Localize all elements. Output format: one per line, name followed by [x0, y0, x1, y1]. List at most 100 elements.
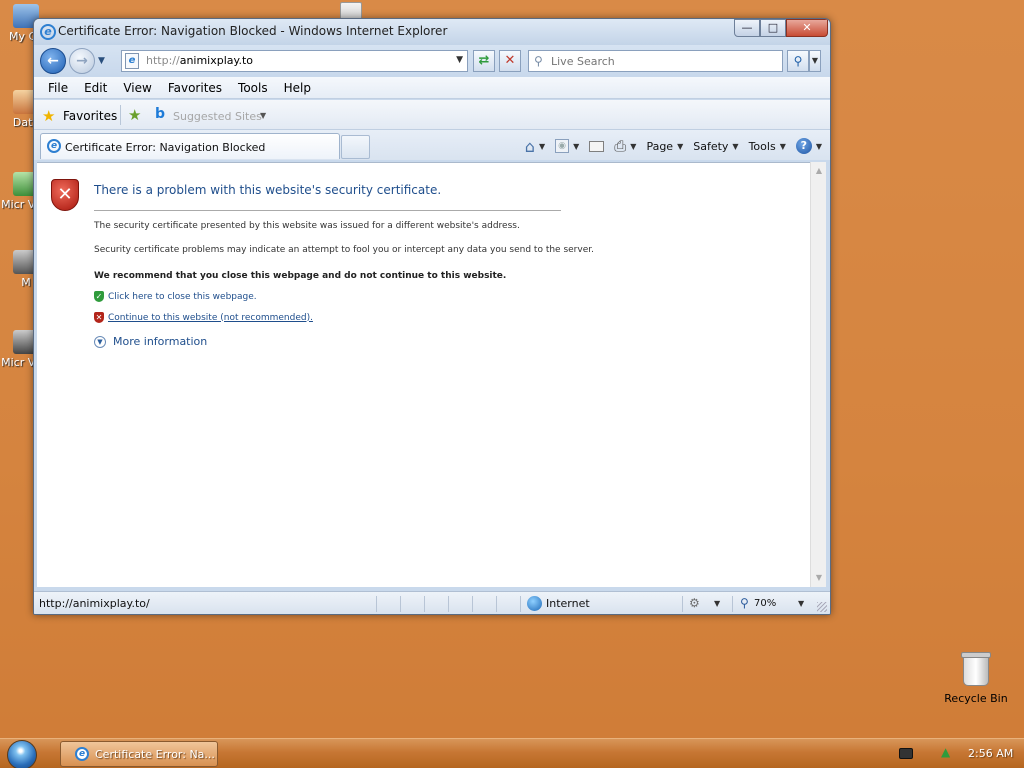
- window-title: Certificate Error: Navigation Blocked - …: [58, 24, 448, 38]
- red-shield-icon: ✕: [94, 312, 104, 323]
- help-icon: ?: [795, 138, 812, 154]
- address-dropdown-icon[interactable]: ▼: [456, 55, 463, 65]
- zoom-level[interactable]: 70%: [754, 598, 776, 609]
- vertical-scrollbar[interactable]: ▲ ▼: [810, 162, 826, 587]
- search-icon: ⚲: [534, 54, 543, 68]
- feed-icon: ◉: [555, 139, 570, 153]
- chevron-down-icon: ▼: [732, 141, 739, 151]
- desktop-icon-recycle-bin[interactable]: Recycle Bin: [938, 652, 1014, 705]
- print-dropdown-icon[interactable]: ▼: [630, 142, 636, 151]
- tab-certificate-error[interactable]: e Certificate Error: Navigation Blocked: [40, 133, 340, 159]
- print-button[interactable]: ⎙ ▼: [614, 137, 636, 155]
- divider: [94, 210, 561, 211]
- command-bar: ⌂ ▼ ◉ ▼ ⎙ ▼ Page ▼ Safety ▼ Tools ▼ ? ▼: [515, 136, 822, 156]
- page-icon: e: [125, 53, 139, 69]
- error-description-2: Security certificate problems may indica…: [94, 245, 594, 255]
- page-content: ✕ There is a problem with this website's…: [37, 162, 810, 587]
- menu-tools[interactable]: Tools: [230, 81, 276, 95]
- tab-ie-icon: e: [47, 139, 61, 153]
- home-dropdown-icon[interactable]: ▼: [539, 142, 545, 151]
- menu-file[interactable]: File: [40, 81, 76, 95]
- status-url: http://animixplay.to/: [39, 597, 150, 610]
- menu-bar: File Edit View Favorites Tools Help: [34, 77, 830, 99]
- continue-option[interactable]: ✕ Continue to this website (not recommen…: [94, 312, 313, 323]
- close-button[interactable]: ✕: [786, 19, 828, 37]
- close-page-option[interactable]: ✓ Click here to close this webpage.: [94, 291, 257, 302]
- menu-help[interactable]: Help: [276, 81, 319, 95]
- more-information-toggle[interactable]: ▼ More information: [94, 335, 207, 348]
- feeds-dropdown-icon[interactable]: ▼: [573, 142, 579, 151]
- taskbar-ie-button[interactable]: e Certificate Error: Na...: [60, 741, 218, 767]
- tab-label: Certificate Error: Navigation Blocked: [65, 141, 266, 154]
- refresh-button[interactable]: ⇄: [473, 50, 495, 72]
- menu-favorites[interactable]: Favorites: [160, 81, 230, 95]
- suggested-sites-icon: b: [155, 106, 166, 122]
- ie-logo-icon: e: [75, 747, 89, 761]
- scroll-up-icon[interactable]: ▲: [811, 164, 827, 178]
- page-menu-label: Page: [646, 139, 674, 153]
- tools-menu-button[interactable]: Tools ▼: [749, 140, 786, 153]
- help-dropdown-icon[interactable]: ▼: [816, 142, 822, 151]
- divider: [376, 596, 377, 612]
- divider: [496, 596, 497, 612]
- search-options-dropdown[interactable]: ▼: [809, 50, 821, 72]
- search-box[interactable]: ⚲: [528, 50, 783, 72]
- zoom-icon[interactable]: ⚲: [740, 596, 749, 610]
- mail-icon: [589, 140, 605, 152]
- network-icon[interactable]: ▲: [941, 745, 955, 761]
- zoom-dropdown-icon[interactable]: ▼: [798, 599, 804, 608]
- start-button[interactable]: [7, 740, 37, 768]
- minimize-button[interactable]: —: [734, 19, 760, 37]
- add-to-favorites-icon[interactable]: ★: [128, 106, 141, 124]
- back-button[interactable]: ←: [40, 48, 66, 74]
- divider: [424, 596, 425, 612]
- stop-button[interactable]: ✕: [499, 50, 521, 72]
- internet-globe-icon: [527, 596, 542, 611]
- chevron-down-icon: ▼: [677, 141, 684, 151]
- forward-button[interactable]: →: [69, 48, 95, 74]
- scroll-down-icon[interactable]: ▼: [811, 571, 827, 585]
- ie-logo-icon: e: [40, 24, 56, 40]
- safety-menu-label: Safety: [693, 139, 729, 153]
- suggested-sites-dropdown-icon[interactable]: ▼: [260, 111, 266, 120]
- search-button[interactable]: ⚲: [787, 50, 809, 72]
- divider: [120, 105, 121, 125]
- suggested-sites-button[interactable]: Suggested Sites: [173, 110, 262, 123]
- resize-grip-icon[interactable]: [817, 602, 827, 612]
- keyboard-icon[interactable]: [899, 748, 913, 759]
- clock[interactable]: 2:56 AM: [968, 747, 1013, 760]
- title-bar[interactable]: e Certificate Error: Navigation Blocked …: [34, 19, 830, 45]
- feeds-button[interactable]: ◉ ▼: [555, 139, 579, 153]
- chevron-down-icon: ▼: [779, 141, 786, 151]
- page-menu-button[interactable]: Page ▼: [646, 140, 683, 153]
- favorites-star-icon[interactable]: ★: [42, 107, 55, 125]
- close-page-link[interactable]: Click here to close this webpage.: [108, 292, 257, 302]
- favorites-button[interactable]: Favorites: [63, 109, 117, 123]
- printer-icon: ⎙: [614, 137, 627, 155]
- menu-edit[interactable]: Edit: [76, 81, 115, 95]
- ie-window: e Certificate Error: Navigation Blocked …: [33, 18, 831, 615]
- security-zone[interactable]: Internet: [546, 597, 590, 610]
- protected-mode-icon[interactable]: ⚙: [689, 596, 700, 610]
- error-heading: There is a problem with this website's s…: [94, 183, 442, 197]
- status-bar: http://animixplay.to/ Internet ⚙ ▼ ⚲ 70%…: [34, 591, 830, 614]
- address-protocol: http://: [146, 54, 180, 67]
- recent-pages-dropdown[interactable]: ▼: [98, 56, 105, 66]
- continue-link[interactable]: Continue to this website (not recommende…: [108, 313, 313, 323]
- safety-menu-button[interactable]: Safety ▼: [693, 140, 738, 153]
- read-mail-button[interactable]: [589, 140, 605, 152]
- address-bar[interactable]: e http://animixplay.to ▼: [121, 50, 468, 72]
- error-description-1: The security certificate presented by th…: [94, 221, 520, 231]
- address-text[interactable]: http://animixplay.to: [146, 54, 253, 67]
- address-host: animixplay.to: [179, 54, 254, 67]
- protected-mode-dropdown-icon[interactable]: ▼: [714, 599, 720, 608]
- tools-menu-label: Tools: [748, 139, 776, 153]
- divider: [448, 596, 449, 612]
- new-tab-button[interactable]: [341, 135, 370, 159]
- maximize-button[interactable]: □: [760, 19, 786, 37]
- home-button[interactable]: ⌂ ▼: [525, 137, 545, 156]
- search-input[interactable]: [551, 53, 776, 69]
- help-button[interactable]: ? ▼: [795, 138, 822, 154]
- menu-view[interactable]: View: [115, 81, 159, 95]
- favorites-bar: ★ Favorites ★ b Suggested Sites ▼: [34, 100, 830, 130]
